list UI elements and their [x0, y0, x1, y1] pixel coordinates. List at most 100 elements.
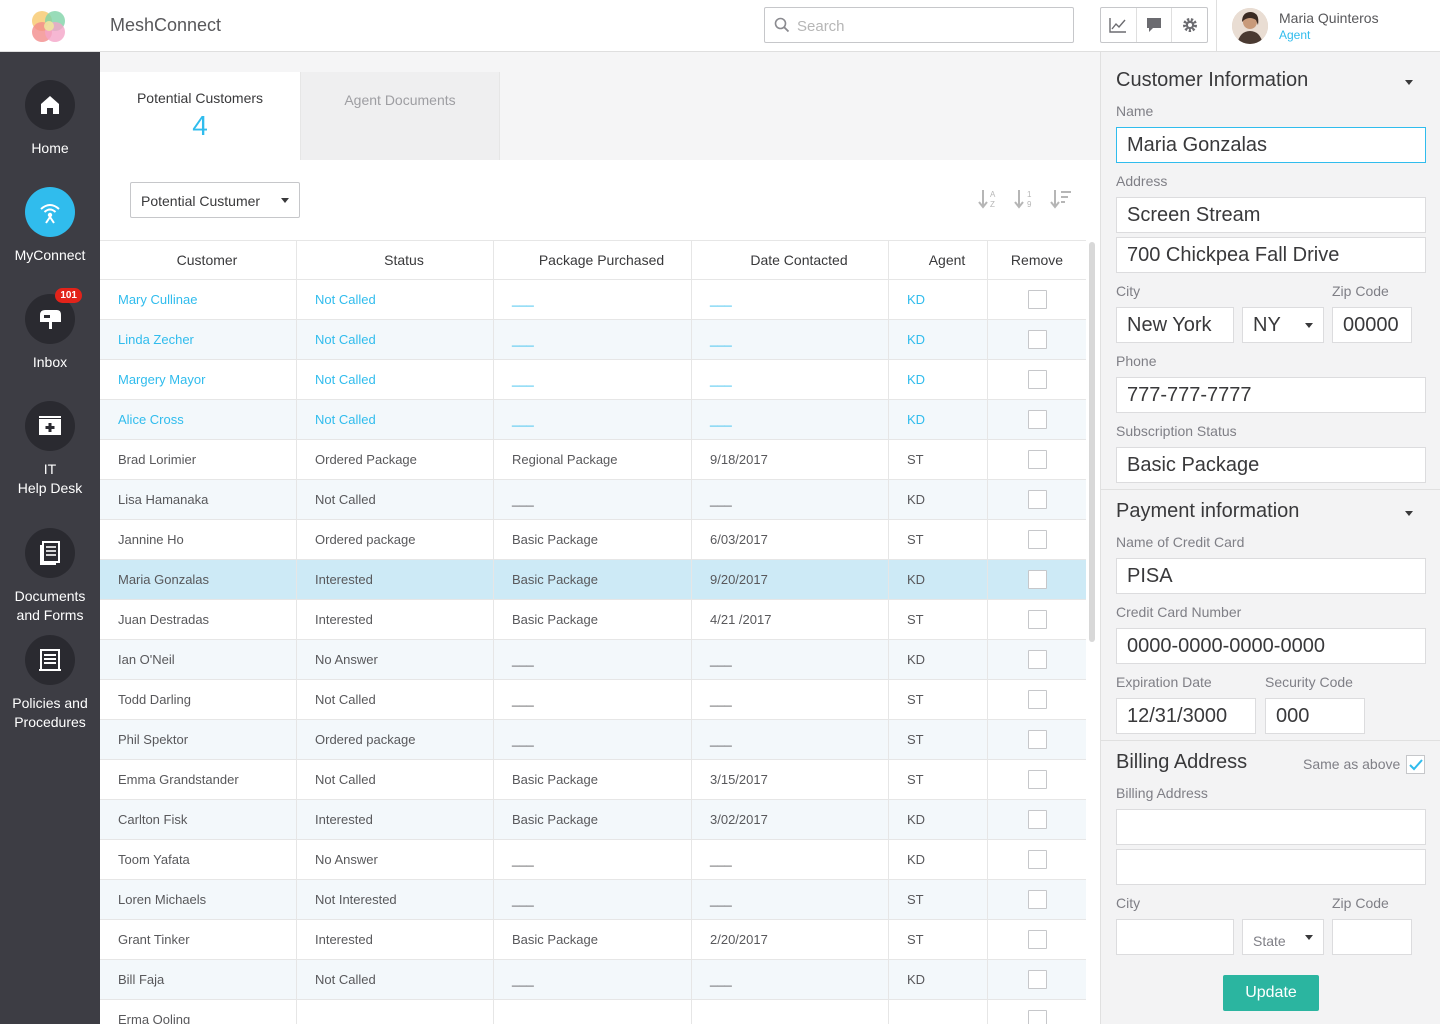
customer-name-cell[interactable]: Emma Grandstander [100, 760, 297, 799]
phone-field[interactable]: 777-777-7777 [1116, 377, 1426, 413]
nav-inbox[interactable]: 101 Inbox [0, 288, 100, 372]
table-row[interactable]: Ian O'Neil No Answer ___ ___ KD [100, 640, 1086, 680]
table-row[interactable]: Mary Cullinae Not Called ___ ___ KD [100, 280, 1086, 320]
nav-myconnect[interactable]: MyConnect [0, 187, 100, 265]
customer-info-title[interactable]: Customer Information [1116, 69, 1308, 92]
remove-checkbox[interactable] [1027, 610, 1047, 629]
table-row[interactable]: Bill Faja Not Called ___ ___ KD [100, 960, 1086, 1000]
expiration-field[interactable]: 12/31/3000 [1116, 698, 1256, 734]
nav-it-help-desk[interactable]: IT Help Desk [0, 401, 100, 498]
remove-checkbox[interactable] [1027, 690, 1047, 709]
payment-info-collapse-icon[interactable] [1405, 511, 1413, 516]
customer-name-cell[interactable]: Grant Tinker [100, 920, 297, 959]
customer-name-cell[interactable]: Erma Ooling [100, 1000, 297, 1024]
remove-checkbox[interactable] [1027, 570, 1047, 589]
customer-name-cell[interactable]: Linda Zecher [100, 320, 297, 359]
update-button[interactable]: Update [1223, 975, 1319, 1011]
avatar[interactable] [1232, 8, 1268, 44]
remove-checkbox[interactable] [1027, 370, 1047, 389]
remove-checkbox[interactable] [1027, 290, 1047, 309]
tab-potential-customers[interactable]: Potential Customers 4 [100, 72, 300, 160]
remove-checkbox[interactable] [1027, 930, 1047, 949]
customer-name-cell[interactable]: Alice Cross [100, 400, 297, 439]
customer-name-cell[interactable]: Brad Lorimier [100, 440, 297, 479]
settings-button[interactable] [1172, 8, 1207, 42]
remove-checkbox[interactable] [1027, 770, 1047, 789]
table-row[interactable]: Margery Mayor Not Called ___ ___ KD [100, 360, 1086, 400]
column-header-status[interactable]: Status [297, 241, 494, 279]
customer-name-cell[interactable]: Carlton Fisk [100, 800, 297, 839]
remove-checkbox[interactable] [1027, 530, 1047, 549]
sort-numeric-icon[interactable]: 1 9 [1014, 188, 1036, 210]
customer-name-cell[interactable]: Jannine Ho [100, 520, 297, 559]
card-name-field[interactable]: PISA [1116, 558, 1426, 594]
table-row[interactable]: Erma Ooling [100, 1000, 1086, 1024]
security-code-field[interactable]: 000 [1265, 698, 1365, 734]
remove-checkbox[interactable] [1027, 650, 1047, 669]
column-header-customer[interactable]: Customer [100, 241, 297, 279]
table-row[interactable]: Juan Destradas Interested Basic Package 4/2… [100, 600, 1086, 640]
column-header-date[interactable]: Date Contacted [692, 241, 889, 279]
nav-policies-procedures[interactable]: Policies and Procedures [0, 635, 100, 732]
remove-checkbox[interactable] [1027, 970, 1047, 989]
payment-info-title[interactable]: Payment information [1116, 500, 1299, 523]
table-row[interactable]: Jannine Ho Ordered package Basic Package 6/… [100, 520, 1086, 560]
analytics-button[interactable] [1101, 8, 1137, 42]
table-row[interactable]: Toom Yafata No Answer ___ ___ KD [100, 840, 1086, 880]
column-header-agent[interactable]: Agent [889, 241, 988, 279]
card-number-field[interactable]: 0000-0000-0000-0000 [1116, 628, 1426, 664]
customer-name-cell[interactable]: Toom Yafata [100, 840, 297, 879]
app-logo-icon[interactable] [28, 6, 70, 46]
table-row[interactable]: Lisa Hamanaka Not Called ___ ___ KD [100, 480, 1086, 520]
search-box[interactable] [764, 7, 1074, 43]
table-row[interactable]: Carlton Fisk Interested Basic Package 3/02/… [100, 800, 1086, 840]
remove-checkbox[interactable] [1027, 330, 1047, 349]
customer-type-select[interactable]: Potential Custumer [130, 182, 300, 218]
city-field[interactable]: New York [1116, 307, 1234, 343]
remove-checkbox[interactable] [1027, 850, 1047, 869]
customer-info-collapse-icon[interactable] [1405, 80, 1413, 85]
column-header-package[interactable]: Package Purchased [494, 241, 692, 279]
sort-amount-icon[interactable] [1050, 188, 1072, 210]
tab-agent-documents[interactable]: Agent Documents [300, 72, 500, 160]
table-row[interactable]: Linda Zecher Not Called ___ ___ KD [100, 320, 1086, 360]
remove-checkbox[interactable] [1027, 490, 1047, 509]
customer-name-cell[interactable]: Maria Gonzalas [100, 560, 297, 599]
remove-checkbox[interactable] [1027, 410, 1047, 429]
customer-name-cell[interactable]: Ian O'Neil [100, 640, 297, 679]
table-row[interactable]: Brad Lorimier Ordered Package Regional Pac… [100, 440, 1086, 480]
table-row[interactable]: Loren Michaels Not Interested ___ ___ ST [100, 880, 1086, 920]
address-line2-field[interactable]: 700 Chickpea Fall Drive [1116, 237, 1426, 273]
table-row[interactable]: Grant Tinker Interested Basic Package 2/20/… [100, 920, 1086, 960]
customer-name-cell[interactable]: Juan Destradas [100, 600, 297, 639]
remove-checkbox[interactable] [1027, 810, 1047, 829]
customer-name-cell[interactable]: Bill Faja [100, 960, 297, 999]
nav-home[interactable]: Home [0, 80, 100, 158]
billing-city-field[interactable] [1116, 919, 1234, 955]
nav-documents-forms[interactable]: Documents and Forms [0, 528, 100, 625]
scrollbar-thumb[interactable] [1089, 242, 1095, 642]
remove-checkbox[interactable] [1027, 890, 1047, 909]
zip-field[interactable]: 00000 [1332, 307, 1412, 343]
remove-checkbox[interactable] [1027, 450, 1047, 469]
state-select[interactable]: NY [1242, 307, 1324, 343]
customer-name-cell[interactable]: Margery Mayor [100, 360, 297, 399]
table-scrollbar[interactable] [1088, 242, 1096, 642]
customer-name-cell[interactable]: Mary Cullinae [100, 280, 297, 319]
subscription-field[interactable]: Basic Package [1116, 447, 1426, 483]
table-row[interactable]: Maria Gonzalas Interested Basic Package 9/2… [100, 560, 1086, 600]
table-row[interactable]: Alice Cross Not Called ___ ___ KD [100, 400, 1086, 440]
table-row[interactable]: Phil Spektor Ordered package ___ ___ ST [100, 720, 1086, 760]
same-as-above-checkbox[interactable] [1406, 755, 1425, 774]
table-row[interactable]: Emma Grandstander Not Called Basic Package… [100, 760, 1086, 800]
address-line1-field[interactable]: Screen Stream [1116, 197, 1426, 233]
user-name[interactable]: Maria Quinteros [1279, 10, 1379, 26]
billing-zip-field[interactable] [1332, 919, 1412, 955]
remove-checkbox[interactable] [1027, 1010, 1047, 1024]
billing-state-select[interactable]: State [1242, 919, 1324, 955]
billing-address-line2-field[interactable] [1116, 849, 1426, 885]
sort-alpha-icon[interactable]: A Z [978, 188, 1000, 210]
name-field[interactable]: Maria Gonzalas [1116, 127, 1426, 163]
search-input[interactable] [797, 16, 1057, 36]
customer-name-cell[interactable]: Todd Darling [100, 680, 297, 719]
